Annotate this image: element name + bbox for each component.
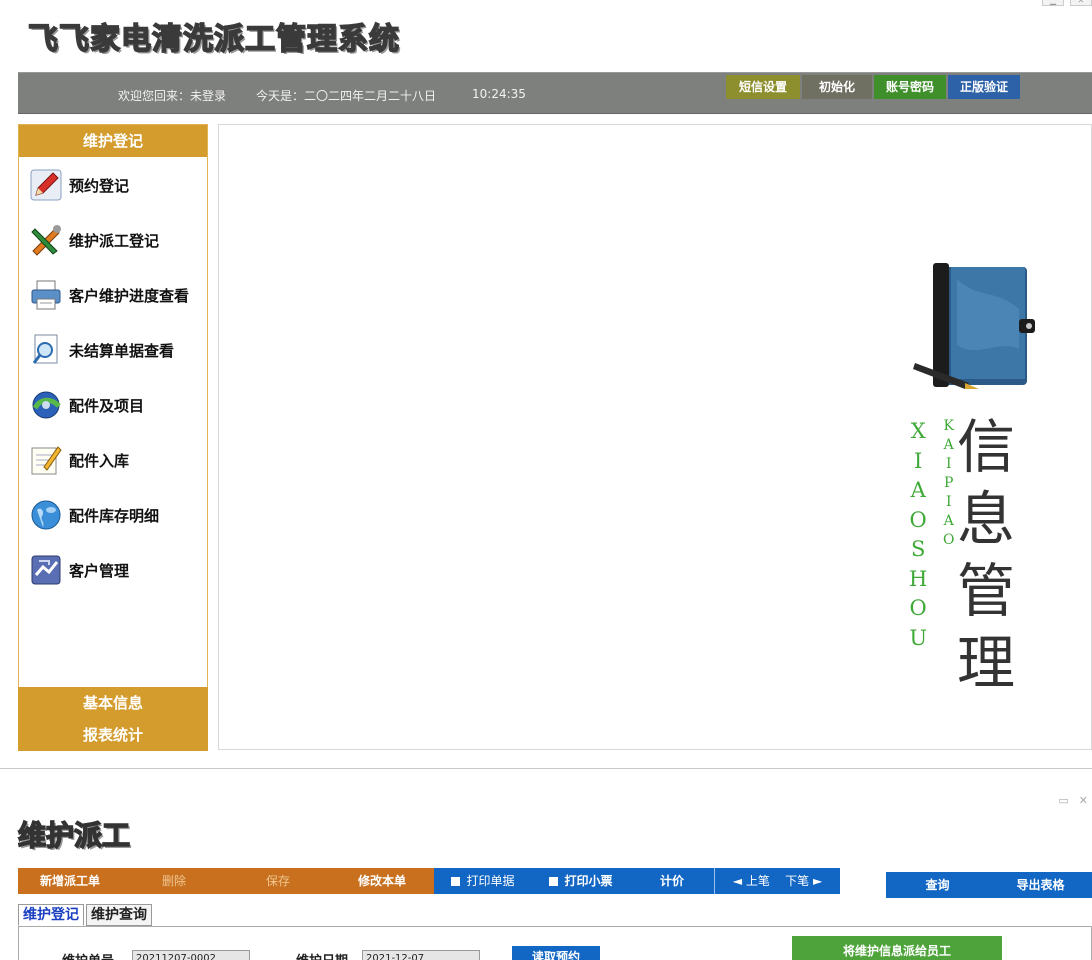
- sms-settings-button[interactable]: 短信设置: [726, 75, 800, 99]
- dispatch-title: 维护派工: [17, 818, 131, 853]
- print-document-button[interactable]: 打印单据: [434, 868, 532, 894]
- sidebar-item-label: 配件入库: [69, 451, 130, 470]
- next-record-button[interactable]: 下笔 ►: [785, 874, 822, 888]
- sidebar-item-dispatch[interactable]: 维护派工登记: [29, 222, 159, 258]
- notepad-icon: [31, 446, 62, 475]
- dispatch-toolbar: 新增派工单 删除 保存 修改本单 打印单据 打印小票 计价 ◄ 上笔 下笔 ►: [18, 868, 840, 894]
- dispatch-toolbar-right: 查询 导出表格: [886, 872, 1092, 898]
- export-table-button[interactable]: 导出表格: [989, 872, 1092, 898]
- record-nav: ◄ 上笔 下笔 ►: [714, 868, 840, 894]
- sidebar-item-customers[interactable]: 客户管理: [29, 552, 129, 588]
- deco-text-xiaoshou: X I A O S H O U: [909, 419, 928, 650]
- sidebar-item-parts[interactable]: 配件及项目: [29, 387, 144, 423]
- main-window: ▁ ✕ 飞飞家电清洗派工管理系统 欢迎您回来：未登录 今天是：二〇二四年二月二十…: [0, 0, 1092, 768]
- sidebar-item-label: 客户维护进度查看: [69, 286, 190, 305]
- minimize-icon[interactable]: ▁: [1042, 0, 1064, 6]
- order-number-field[interactable]: 20211207-0002: [132, 950, 250, 960]
- save-button[interactable]: 保存: [226, 868, 330, 894]
- welcome-text: 欢迎您回来：未登录: [118, 89, 227, 103]
- app-title: 飞飞家电清洗派工管理系统: [27, 21, 400, 58]
- tab-maintenance-register[interactable]: 维护登记: [18, 904, 84, 926]
- sidebar: 维护登记 预约登记 维护派工登记 客户维护进度查看 未结算单据查看 配件及项目 …: [18, 124, 208, 751]
- pencil-icon: [30, 169, 62, 201]
- prev-record-button[interactable]: ◄ 上笔: [733, 874, 770, 888]
- tools-icon: [31, 225, 61, 256]
- print-icon: [451, 877, 461, 886]
- printer-icon: [31, 280, 61, 310]
- sidebar-item-label: 预约登记: [69, 176, 130, 195]
- sidebar-footer-basic-info[interactable]: 基本信息: [18, 687, 208, 719]
- sidebar-item-appointment[interactable]: 预约登记: [29, 167, 129, 203]
- sidebar-item-unsettled[interactable]: 未结算单据查看: [29, 332, 174, 368]
- sidebar-item-inventory[interactable]: 配件库存明细: [29, 497, 159, 533]
- sidebar-item-progress[interactable]: 客户维护进度查看: [29, 277, 189, 313]
- window-controls: ▁ ✕: [1042, 0, 1092, 6]
- restore-icon[interactable]: ▭: [1058, 794, 1068, 807]
- read-appointment-button[interactable]: 读取预约: [512, 946, 600, 960]
- window-divider: [0, 768, 1092, 790]
- account-password-button[interactable]: 账号密码: [874, 75, 946, 99]
- new-order-button[interactable]: 新增派工单: [18, 868, 122, 894]
- sidebar-item-label: 配件库存明细: [69, 506, 160, 525]
- main-content-panel: X I A O S H O U K A I P I A O 信 息 管 理: [218, 124, 1092, 750]
- parts-icon: [32, 391, 61, 419]
- search-document-icon: [32, 334, 58, 364]
- close-icon[interactable]: ✕: [1079, 794, 1088, 807]
- query-button[interactable]: 查询: [886, 872, 989, 898]
- book-icon: [913, 263, 1035, 389]
- sidebar-footer-reports[interactable]: 报表统计: [18, 719, 208, 751]
- initialize-button[interactable]: 初始化: [802, 75, 872, 99]
- sidebar-item-stock-in[interactable]: 配件入库: [29, 442, 129, 478]
- sidebar-item-label: 配件及项目: [69, 396, 145, 415]
- date-label: 维护日期: [296, 950, 348, 960]
- edit-order-button[interactable]: 修改本单: [330, 868, 434, 894]
- order-number-label: 维护单号: [62, 950, 114, 960]
- sidebar-item-label: 维护派工登记: [69, 231, 160, 250]
- window-controls: ▭ ✕: [1058, 794, 1088, 807]
- assign-to-employee-button[interactable]: 将维护信息派给员工: [792, 936, 1002, 960]
- sidebar-item-label: 客户管理: [69, 561, 130, 580]
- sidebar-item-label: 未结算单据查看: [69, 341, 175, 360]
- dispatch-tabs: 维护登记 维护查询: [18, 904, 154, 926]
- sidebar-header[interactable]: 维护登记: [19, 125, 207, 157]
- deco-text-kaipiao: K A I P I A O: [943, 418, 955, 548]
- customer-icon: [31, 555, 61, 585]
- clock-text: 10:24:35: [472, 87, 526, 101]
- dispatch-window: ▭ ✕ 维护派工 新增派工单 删除 保存 修改本单 打印单据 打印小票 计价 ◄…: [0, 790, 1092, 960]
- deco-text-info-management: 信 息 管 理: [957, 413, 1016, 697]
- license-verify-button[interactable]: 正版验证: [948, 75, 1020, 99]
- date-text: 今天是：二〇二四年二月二十八日: [256, 89, 437, 103]
- delete-button[interactable]: 删除: [122, 868, 226, 894]
- print-icon: [549, 877, 559, 886]
- status-bar: 欢迎您回来：未登录 今天是：二〇二四年二月二十八日 10:24:35 短信设置 …: [18, 72, 1092, 114]
- close-icon[interactable]: ✕: [1070, 0, 1092, 6]
- price-button[interactable]: 计价: [630, 868, 714, 894]
- date-picker[interactable]: 2021-12-07: [362, 950, 480, 960]
- globe-icon: [31, 500, 61, 530]
- print-ticket-button[interactable]: 打印小票: [532, 868, 630, 894]
- tab-maintenance-query[interactable]: 维护查询: [86, 904, 152, 926]
